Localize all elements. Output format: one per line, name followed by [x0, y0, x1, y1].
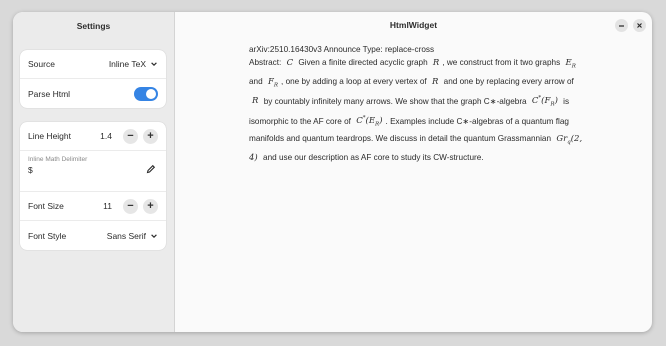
minimize-icon	[619, 25, 624, 27]
abstract-part: , one by adding a loop at every vertex o…	[281, 76, 427, 86]
math-cstar-e-r: C*(ER)	[356, 116, 383, 129]
source-row[interactable]: Source Inline TeX	[20, 50, 166, 79]
abstract-part: and one by replacing every arrow of	[443, 76, 574, 86]
line-height-label: Line Height	[28, 131, 72, 141]
line-height-increase-button[interactable]: +	[143, 128, 158, 144]
toggle-knob	[146, 88, 156, 99]
html-content: arXiv:2510.16430v3 Announce Type: replac…	[249, 43, 584, 165]
math-r: R	[252, 96, 259, 107]
font-size-increase-button[interactable]: +	[143, 198, 158, 214]
header-line: arXiv:2510.16430v3 Announce Type: replac…	[249, 45, 435, 54]
math-cstar-f-r: C*(FR)	[532, 96, 558, 109]
main-pane: HtmlWidget arXiv:2510.16430v3 Announce T…	[175, 12, 652, 332]
inline-math-delimiter-entry[interactable]: Inline Math Delimiter $	[20, 151, 166, 192]
edit-icon[interactable]	[146, 164, 156, 174]
chevron-down-icon	[151, 233, 157, 238]
math-subscript: R	[273, 82, 279, 89]
close-icon	[637, 23, 642, 28]
math-r: R	[431, 76, 439, 87]
font-style-row[interactable]: Font Style Sans Serif	[20, 221, 166, 250]
source-dropdown[interactable]: Inline TeX	[109, 59, 158, 69]
chevron-down-icon	[151, 62, 157, 67]
font-size-label: Font Size	[28, 201, 64, 211]
font-style-value: Sans Serif	[106, 230, 146, 241]
sidebar-title: Settings	[76, 21, 111, 31]
math-paren: )	[554, 96, 558, 107]
abstract-text: Abstract: C Given a finite directed acyc…	[249, 56, 584, 165]
math-paren: )	[379, 116, 383, 127]
minimize-button[interactable]	[615, 19, 628, 32]
typography-card: Line Height 1.4 − + Inline Math Delimite…	[20, 122, 166, 250]
font-style-label: Font Style	[28, 230, 67, 241]
inline-math-delimiter-caption: Inline Math Delimiter	[28, 156, 88, 163]
parse-html-toggle[interactable]	[134, 86, 158, 101]
abstract-part: , we construct from it two graphs	[442, 58, 561, 68]
line-height-decrease-button[interactable]: −	[123, 128, 138, 144]
abstract-label: Abstract:	[249, 58, 282, 68]
font-style-dropdown[interactable]: Sans Serif	[107, 231, 158, 241]
inline-math-delimiter-value[interactable]: $	[28, 165, 158, 175]
close-button[interactable]	[633, 19, 646, 32]
abstract-part: and use our description as AF core to st…	[263, 152, 484, 162]
abstract-part: by countably infinitely many arrows. We …	[263, 96, 527, 106]
settings-sidebar: Settings Source Inline TeX Parse Html Li…	[13, 12, 175, 332]
line-height-row: Line Height 1.4 − +	[20, 122, 166, 151]
source-card: Source Inline TeX Parse Html	[20, 50, 166, 108]
math-f-r: FR	[268, 77, 279, 89]
math-e-r: ER	[565, 58, 576, 71]
font-size-value: 11	[103, 201, 112, 211]
parse-html-row: Parse Html	[20, 79, 166, 108]
source-label: Source	[28, 59, 55, 69]
line-height-value: 1.4	[100, 131, 112, 141]
app-window: Settings Source Inline TeX Parse Html Li…	[13, 12, 652, 332]
math-r: R	[432, 58, 440, 69]
math-symbol: Gr	[556, 134, 568, 145]
font-size-decrease-button[interactable]: −	[123, 198, 138, 214]
abstract-part: Given a finite directed acyclic graph	[298, 58, 428, 68]
math-c: C	[286, 58, 294, 69]
parse-html-label: Parse Html	[28, 88, 71, 99]
window-title: HtmlWidget	[389, 20, 438, 30]
abstract-part: and	[249, 76, 263, 86]
source-value: Inline TeX	[108, 59, 146, 69]
math-subscript: R	[571, 64, 576, 71]
font-size-row: Font Size 11 − +	[20, 192, 166, 221]
